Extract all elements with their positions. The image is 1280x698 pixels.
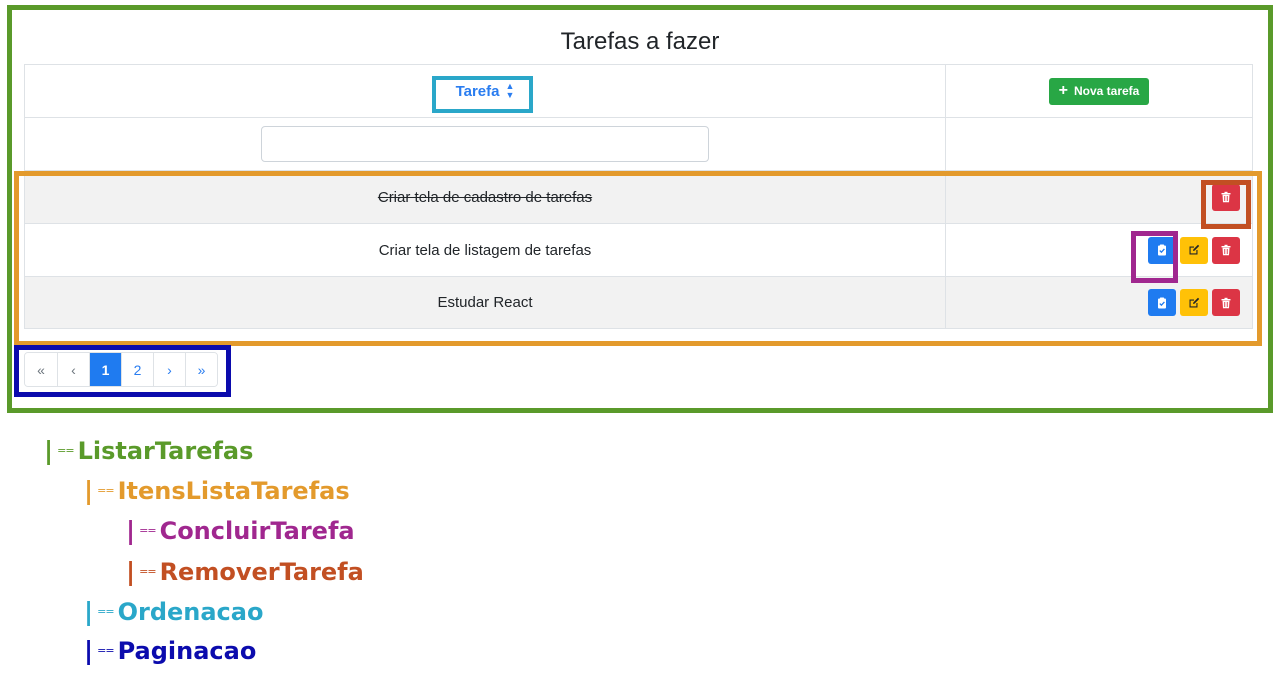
new-task-label: Nova tarefa (1073, 84, 1140, 98)
tree-connector: | (126, 516, 136, 545)
tree-item-concluir-tarefa: | == ConcluirTarefa (126, 516, 355, 545)
pagination: « ‹ 1 2 › » (24, 352, 218, 387)
first-page-link[interactable]: « (25, 353, 57, 386)
tree-item-itens-lista-tarefas: | == ItensListaTarefas (84, 476, 350, 505)
tree-item-paginacao: | == Paginacao (84, 636, 256, 665)
page-link-1[interactable]: 1 (89, 353, 121, 386)
actions-column-header: + Nova tarefa (946, 65, 1252, 117)
tasks-table: Tarefa ▲ ▼ + Nova tarefa Criar tela de ca… (24, 64, 1253, 329)
task-column-header: Tarefa ▲ ▼ (25, 65, 946, 117)
filter-actions-cell (946, 118, 1252, 170)
next-page-link[interactable]: › (153, 353, 185, 386)
page-link-2[interactable]: 2 (121, 353, 153, 386)
tree-connector: | (84, 476, 94, 505)
remove-task-button[interactable] (1212, 289, 1240, 316)
filter-cell (25, 118, 946, 170)
edit-icon (1189, 244, 1200, 255)
tree-dash: == (97, 605, 114, 618)
tree-label: Ordenacao (117, 597, 264, 626)
clipboard-check-icon (1158, 297, 1166, 308)
tree-connector: | (44, 436, 54, 465)
tree-label: Paginacao (117, 636, 257, 665)
last-page-link[interactable]: » (185, 353, 217, 386)
row-actions (946, 224, 1252, 276)
tree-connector: | (126, 557, 136, 586)
tree-item-listar-tarefas: | == ListarTarefas (44, 436, 253, 465)
page-title: Tarefas a fazer (560, 28, 720, 55)
sort-link-label: Tarefa (455, 82, 500, 100)
edit-task-button[interactable] (1180, 236, 1208, 264)
complete-task-button[interactable] (1148, 289, 1176, 316)
sort-by-task-link[interactable]: Tarefa ▲ ▼ (456, 82, 515, 100)
tree-item-remover-tarefa: | == RemoverTarefa (126, 557, 364, 586)
task-name: Criar tela de cadastro de tarefas (25, 171, 946, 223)
clipboard-check-icon (1158, 244, 1166, 256)
trash-icon (1221, 191, 1231, 203)
remove-task-button[interactable] (1212, 236, 1240, 264)
tree-dash: == (139, 565, 156, 578)
row-actions (946, 171, 1252, 223)
prev-page-link[interactable]: ‹ (57, 353, 89, 386)
filter-row (25, 117, 1252, 170)
edit-task-button[interactable] (1180, 289, 1208, 316)
complete-task-button[interactable] (1148, 236, 1176, 264)
tree-connector: | (84, 636, 94, 665)
tree-dash: == (97, 644, 114, 657)
task-name: Criar tela de listagem de tarefas (25, 224, 946, 276)
row-actions (946, 277, 1252, 328)
edit-icon (1189, 297, 1200, 307)
tree-label: ConcluirTarefa (159, 516, 355, 545)
task-name: Estudar React (25, 277, 946, 328)
tree-dash: == (97, 484, 114, 497)
tree-label: ItensListaTarefas (117, 476, 350, 505)
table-row: Criar tela de cadastro de tarefas (25, 170, 1252, 223)
remove-task-button[interactable] (1212, 183, 1240, 211)
tree-label: RemoverTarefa (159, 557, 364, 586)
tree-connector: | (84, 597, 94, 626)
tree-dash: == (139, 524, 156, 537)
table-row: Estudar React (25, 276, 1252, 329)
sort-updown-icon: ▲ ▼ (505, 81, 515, 100)
tree-dash: == (57, 444, 74, 457)
trash-icon (1221, 244, 1231, 256)
new-task-button[interactable]: + Nova tarefa (1048, 77, 1150, 105)
trash-icon (1221, 297, 1231, 308)
tree-item-ordenacao: | == Ordenacao (84, 597, 263, 626)
table-header-row: Tarefa ▲ ▼ + Nova tarefa (25, 64, 1252, 117)
plus-icon: + (1058, 82, 1068, 99)
tree-label: ListarTarefas (77, 436, 254, 465)
table-row: Criar tela de listagem de tarefas (25, 223, 1252, 276)
task-filter-input[interactable] (261, 126, 709, 162)
